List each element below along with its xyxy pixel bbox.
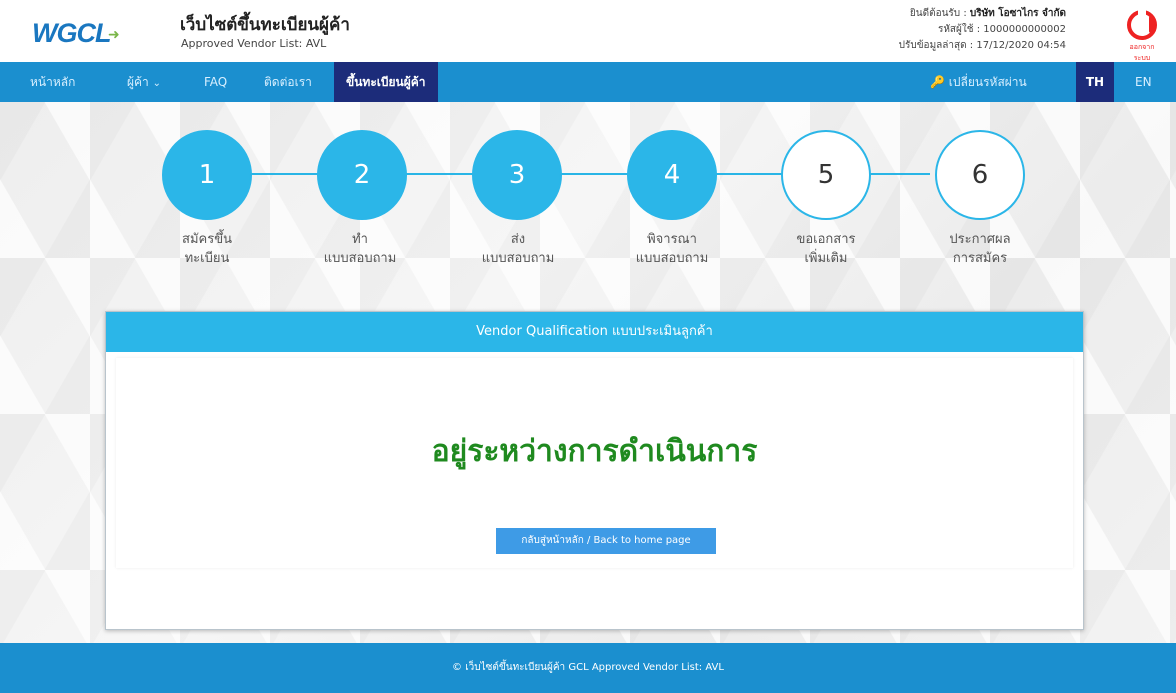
step-3: 3 [472,130,562,220]
step-3-label: ส่ง แบบสอบถาม [481,232,555,266]
change-password-label: เปลี่ยนรหัสผ่าน [948,75,1027,89]
user-code: รหัสผู้ใช้ : 1000000000002 [937,24,1066,35]
site-subtitle: Approved Vendor List: AVL [181,37,327,50]
power-icon [1127,5,1157,40]
nav-home[interactable]: หน้าหลัก [30,62,75,102]
step-2-label: ทำ แบบสอบถาม [323,232,397,266]
step-6: 6 [935,130,1025,220]
logo-arrow-icon: ➜ [108,27,120,43]
nav-vendor[interactable]: ผู้ค้า ⌄ [127,62,161,102]
vendor-qualification-panel: Vendor Qualification แบบประเมินลูกค้า อย… [105,311,1084,630]
header: WGCL ➜ เว็บไซต์ขึ้นทะเบียนผู้ค้า Approve… [0,0,1176,62]
nav-change-password[interactable]: 🔑 เปลี่ยนรหัสผ่าน [930,62,1027,102]
wgcl-logo[interactable]: WGCL [32,18,111,49]
chevron-down-icon: ⌄ [152,78,162,89]
main-nav: หน้าหลัก ผู้ค้า ⌄ FAQ ติดต่อเรา ขึ้นทะเบ… [0,62,1176,102]
status-message: อยู่ระหว่างการดำเนินการ [431,434,758,469]
panel-body: อยู่ระหว่างการดำเนินการ กลับสู่หน้าหลัก … [116,358,1073,568]
key-icon: 🔑 [930,75,945,89]
step-4-label: พิจารณา แบบสอบถาม [635,232,709,266]
step-2: 2 [317,130,407,220]
back-to-home-button[interactable]: กลับสู่หน้าหลัก / Back to home page [496,528,716,554]
last-update: ปรับข้อมูลล่าสุด : 17/12/2020 04:54 [898,40,1066,51]
nav-vendor-label: ผู้ค้า [127,75,149,89]
logout-button[interactable]: ออกจากระบบ [1122,4,1162,62]
nav-contact[interactable]: ติดต่อเรา [264,62,312,102]
step-4: 4 [627,130,717,220]
logout-label: ออกจากระบบ [1129,43,1155,62]
footer: © เว็บไซต์ขึ้นทะเบียนผู้ค้า GCL Approved… [0,643,1176,693]
welcome-company: บริษัท โอซาไกร จำกัด [969,8,1066,19]
step-1-label: สมัครขึ้น ทะเบียน [182,232,232,266]
user-info: ยินดีต้อนรับ : บริษัท โอซาไกร จำกัด รหัส… [899,6,1066,54]
lang-th-button[interactable]: TH [1076,62,1114,102]
site-title: เว็บไซต์ขึ้นทะเบียนผู้ค้า [180,15,350,35]
step-6-label: ประกาศผล การสมัคร [949,232,1011,266]
welcome-label: ยินดีต้อนรับ : [909,8,970,19]
lang-en-button[interactable]: EN [1135,62,1152,102]
panel-title: Vendor Qualification แบบประเมินลูกค้า [106,312,1083,352]
nav-faq[interactable]: FAQ [204,62,227,102]
step-5-label: ขอเอกสาร เพิ่มเติม [796,232,856,266]
nav-register[interactable]: ขึ้นทะเบียนผู้ค้า [334,62,438,102]
step-5: 5 [781,130,871,220]
step-1: 1 [162,130,252,220]
